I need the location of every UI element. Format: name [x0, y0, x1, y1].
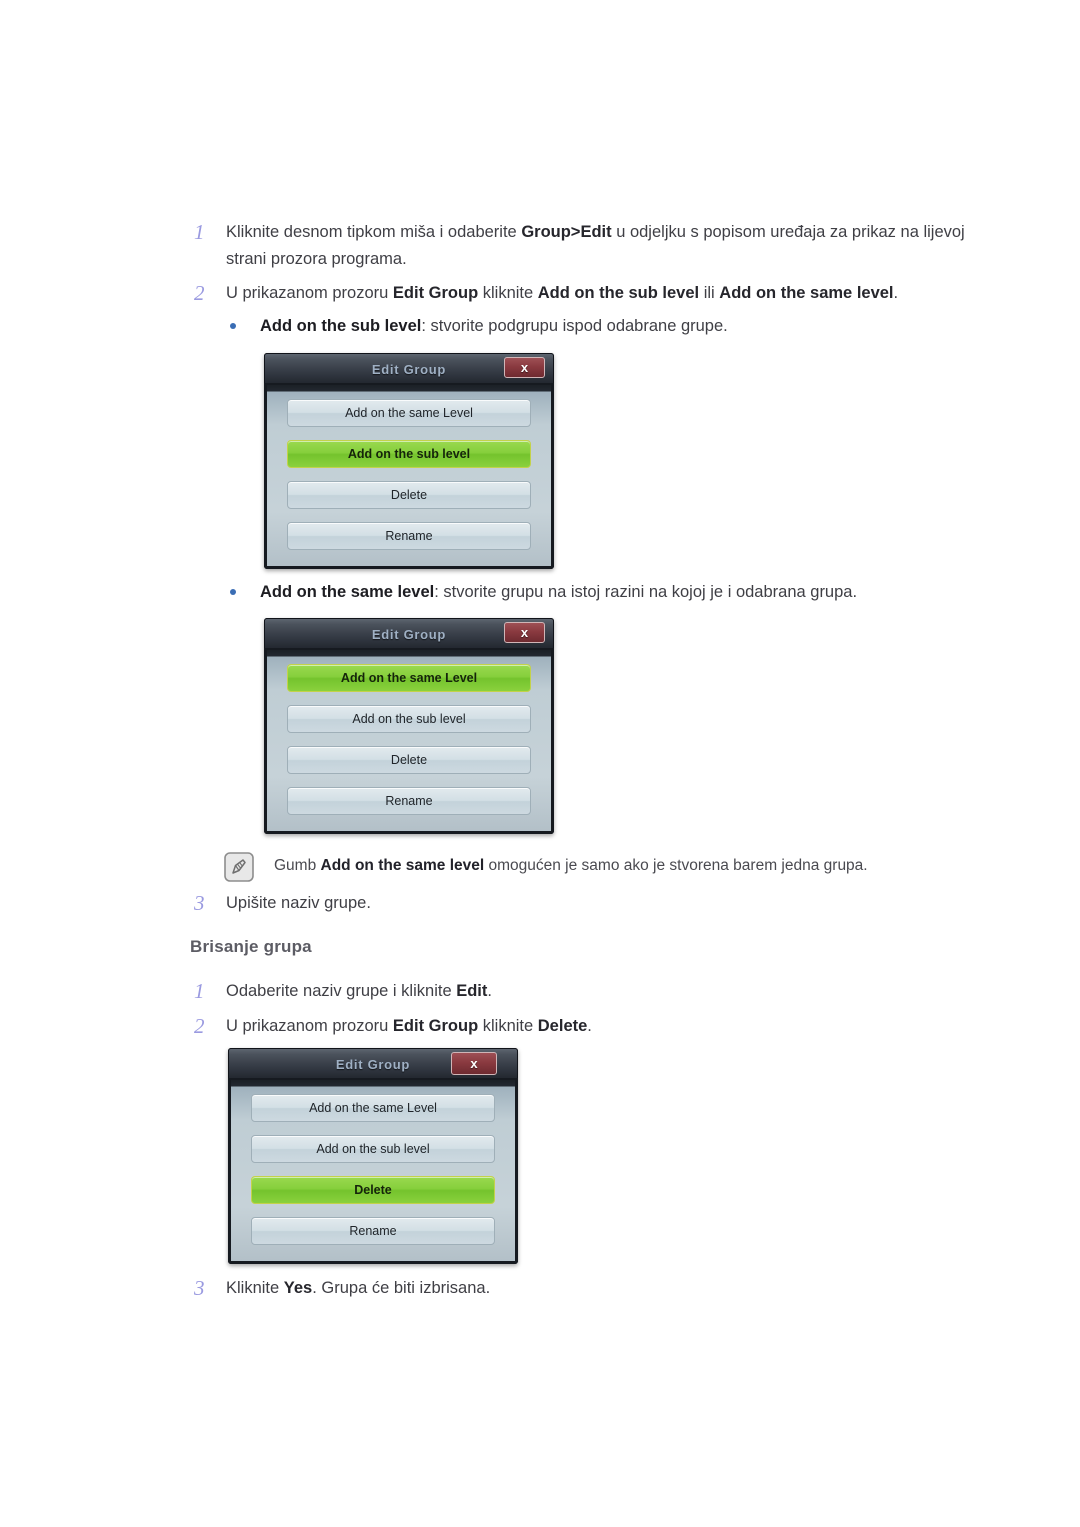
close-icon[interactable]: x — [504, 622, 545, 643]
bullet-marker-icon — [226, 579, 260, 595]
step-text: Kliknite desnom tipkom miša i odaberite … — [226, 223, 965, 268]
step-delete-3: 3 Kliknite Yes. Grupa će biti izbrisana. — [190, 1275, 890, 1302]
step-number: 1 — [194, 220, 205, 244]
step-number: 3 — [194, 891, 205, 915]
button-delete[interactable]: Delete — [287, 481, 531, 509]
dialog-delete[interactable]: Edit Group x Add on the same Level Add o… — [228, 1048, 518, 1264]
step-text: Odaberite naziv grupe i kliknite Edit. — [226, 982, 492, 1000]
dialog-body: Add on the same Level Add on the sub lev… — [264, 648, 554, 834]
step-text: Kliknite Yes. Grupa će biti izbrisana. — [226, 1279, 491, 1297]
dialog-body: Add on the same Level Add on the sub lev… — [264, 383, 554, 569]
button-add-on-the-sub-level[interactable]: Add on the sub level — [287, 705, 531, 733]
step-create-3: 3 Upišite naziv grupe. — [190, 890, 890, 917]
bullet-marker-icon — [226, 313, 260, 329]
dialog-titlebar: Edit Group x — [264, 618, 554, 648]
step-number: 2 — [194, 281, 205, 305]
step-text: U prikazanom prozoru Edit Group kliknite… — [226, 284, 899, 302]
bullet-sub-level: Add on the sub level: stvorite podgrupu … — [226, 313, 986, 339]
step-text: U prikazanom prozoru Edit Group kliknite… — [226, 1017, 592, 1035]
bullet-text: Add on the sub level: stvorite podgrupu … — [260, 317, 728, 335]
dialog-sub-level[interactable]: Edit Group x Add on the same Level Add o… — [264, 353, 554, 569]
bullet-text: Add on the same level: stvorite grupu na… — [260, 583, 858, 601]
note-box: Gumb Add on the same level omogućen je s… — [224, 850, 984, 882]
step-delete-2: 2 U prikazanom prozoru Edit Group klikni… — [190, 1013, 890, 1040]
button-rename[interactable]: Rename — [287, 787, 531, 815]
button-add-on-the-sub-level[interactable]: Add on the sub level — [251, 1135, 495, 1163]
bullet-same-level: Add on the same level: stvorite grupu na… — [226, 579, 1006, 605]
button-delete[interactable]: Delete — [287, 746, 531, 774]
close-icon[interactable]: x — [504, 357, 545, 378]
step-number: 2 — [194, 1014, 205, 1038]
dialog-same-level[interactable]: Edit Group x Add on the same Level Add o… — [264, 618, 554, 834]
button-add-on-the-same-level[interactable]: Add on the same Level — [251, 1094, 495, 1122]
dialog-body: Add on the same Level Add on the sub lev… — [228, 1078, 518, 1264]
dialog-titlebar: Edit Group x — [228, 1048, 518, 1078]
step-text: Upišite naziv grupe. — [226, 894, 371, 912]
button-add-on-the-same-level[interactable]: Add on the same Level — [287, 664, 531, 692]
step-delete-1: 1 Odaberite naziv grupe i kliknite Edit. — [190, 978, 890, 1005]
note-text: Gumb Add on the same level omogućen je s… — [274, 857, 868, 874]
close-icon[interactable]: x — [451, 1052, 497, 1075]
step-create-1: 1 Kliknite desnom tipkom miša i odaberit… — [190, 219, 980, 273]
button-delete[interactable]: Delete — [251, 1176, 495, 1204]
button-rename[interactable]: Rename — [287, 522, 531, 550]
document-page: 1 Kliknite desnom tipkom miša i odaberit… — [0, 0, 1080, 1527]
section-heading-delete-groups: Brisanje grupa — [190, 937, 312, 956]
button-add-on-the-same-level[interactable]: Add on the same Level — [287, 399, 531, 427]
button-add-on-the-sub-level[interactable]: Add on the sub level — [287, 440, 531, 468]
step-create-2: 2 U prikazanom prozoru Edit Group klikni… — [190, 280, 980, 307]
note-pencil-icon — [224, 850, 274, 882]
button-rename[interactable]: Rename — [251, 1217, 495, 1245]
step-number: 3 — [194, 1276, 205, 1300]
dialog-titlebar: Edit Group x — [264, 353, 554, 383]
step-number: 1 — [194, 979, 205, 1003]
